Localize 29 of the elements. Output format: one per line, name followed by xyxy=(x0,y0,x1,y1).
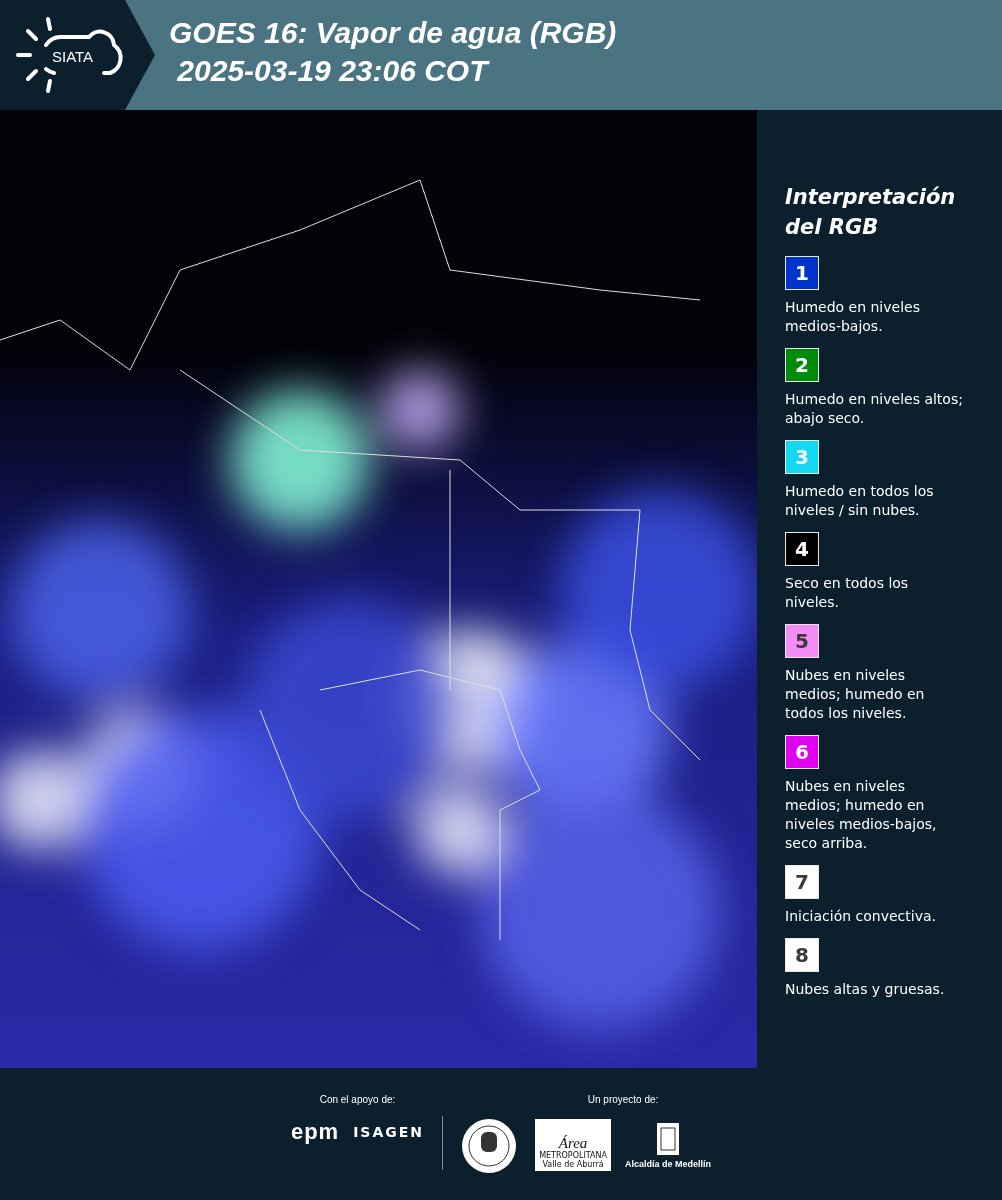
legend-text: Nubes en niveles medios; humedo en niveles medios-bajos, seco arriba. xyxy=(785,777,938,853)
logo-text: epm xyxy=(290,1119,340,1145)
coat-of-arms-icon xyxy=(656,1121,681,1156)
legend-text: Nubes en niveles medios; humedo en todos los niveles. xyxy=(785,666,926,723)
legend-swatch: 3 xyxy=(785,440,819,474)
legend-swatch: 5 xyxy=(785,624,819,658)
logo-text: Alcaldía de Medellín xyxy=(625,1158,712,1169)
legend-swatch: 7 xyxy=(785,865,819,899)
legend-text: Humedo en todos los niveles / sin nubes. xyxy=(785,482,935,520)
timestamp: 2025-03-19 23:06 COT xyxy=(176,53,491,89)
legend-title: Interpretación del RGB xyxy=(785,184,955,241)
legend-text: Seco en todos los niveles. xyxy=(785,574,910,612)
seal-icon xyxy=(461,1118,518,1174)
legend-text: Iniciación convectiva. xyxy=(785,907,937,926)
logo-text: SIATA xyxy=(52,48,94,65)
legend-swatch: 4 xyxy=(785,532,819,566)
sun-cloud-icon xyxy=(14,15,124,95)
area-logo: Área METROPOLITANA Valle de Aburrá xyxy=(535,1119,612,1171)
support-label: Con el apoyo de: xyxy=(319,1094,396,1105)
legend-swatch: 6 xyxy=(785,735,819,769)
title: GOES 16: Vapor de agua (RGB) xyxy=(169,15,617,51)
legend-swatch: 8 xyxy=(785,938,819,972)
legend-text: Humedo en niveles altos; abajo seco. xyxy=(785,390,964,428)
legend-text: Humedo en niveles medios-bajos. xyxy=(785,298,921,336)
legend-text: Nubes altas y gruesas. xyxy=(785,980,946,999)
project-label: Un proyecto de: xyxy=(587,1094,659,1105)
legend-swatch: 1 xyxy=(785,256,819,290)
legend-swatch: 2 xyxy=(785,348,819,382)
logo-text: ISAGEN xyxy=(353,1124,425,1140)
